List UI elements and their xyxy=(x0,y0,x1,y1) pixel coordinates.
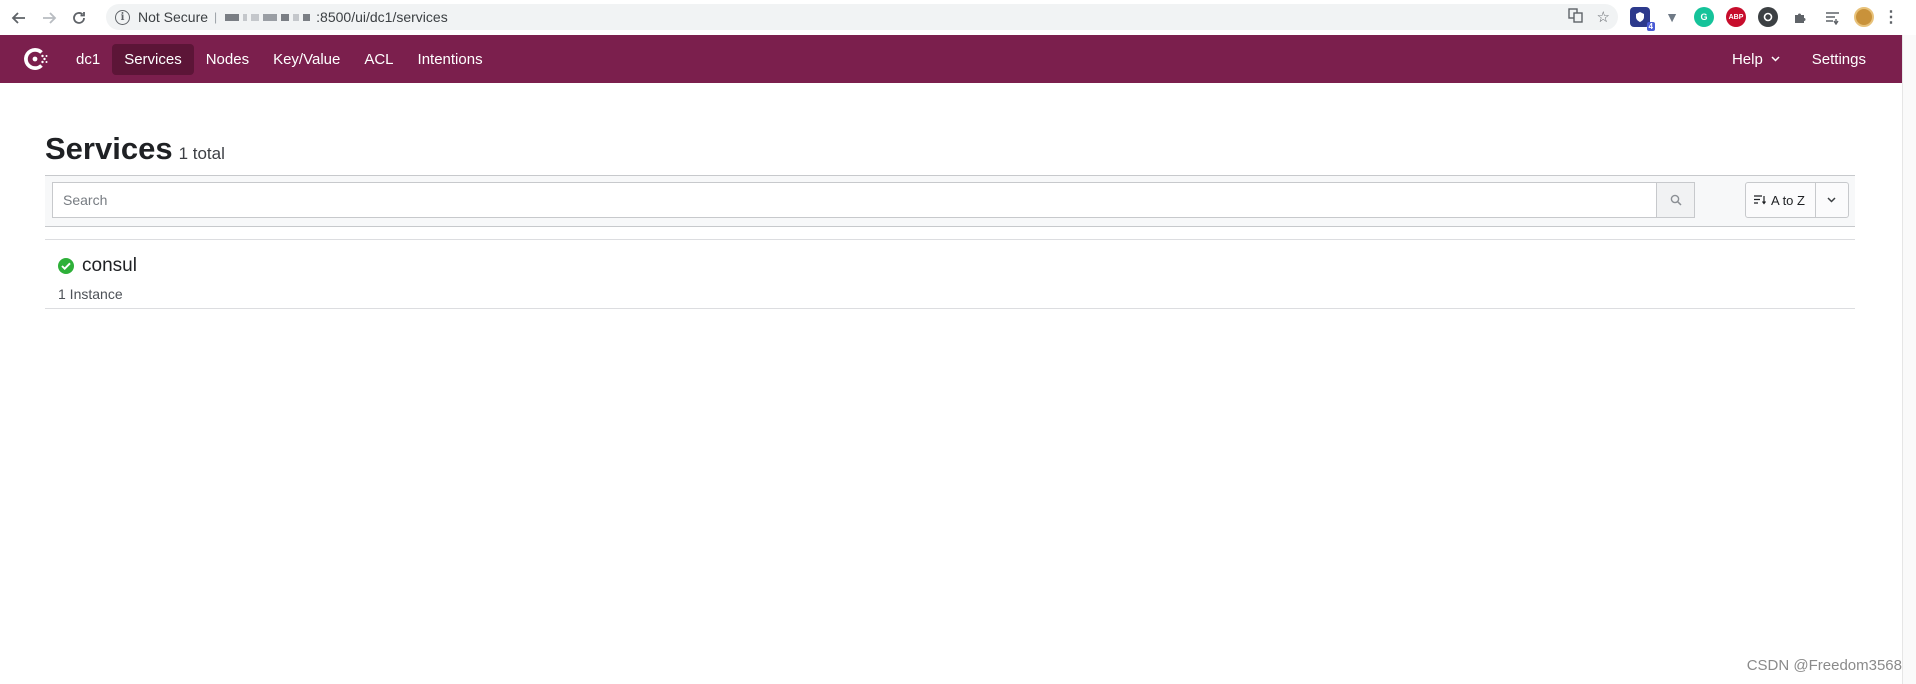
help-label: Help xyxy=(1731,50,1763,68)
puzzle-extensions-icon[interactable] xyxy=(1790,7,1810,27)
forward-button[interactable] xyxy=(38,7,60,29)
reload-button[interactable] xyxy=(68,7,90,29)
extension-badge: 4 xyxy=(1646,22,1655,31)
security-label: Not Secure xyxy=(138,9,209,25)
help-menu[interactable]: Help xyxy=(1720,44,1792,75)
reading-list-icon[interactable] xyxy=(1822,7,1842,27)
nav-item-services[interactable]: Services xyxy=(112,43,194,75)
url-text: :8500/ui/dc1/services xyxy=(316,9,448,25)
profile-avatar-icon[interactable] xyxy=(1854,7,1874,27)
search-box xyxy=(52,182,1695,218)
address-bar[interactable]: i Not Secure | :8500/ui/dc1/services ☆ xyxy=(106,4,1618,30)
check-circle-icon xyxy=(58,258,74,274)
dark-extension-icon[interactable] xyxy=(1758,7,1778,27)
back-button[interactable] xyxy=(8,7,30,29)
extensions-bar: 4 ▼ G ABP ⋮ xyxy=(1630,4,1899,31)
url-separator: | xyxy=(214,10,218,24)
info-icon[interactable]: i xyxy=(115,9,130,25)
reload-icon xyxy=(73,11,85,24)
page-title: Services xyxy=(45,131,173,166)
adblock-extension-icon[interactable]: ABP xyxy=(1726,7,1746,27)
sort-button[interactable]: A to Z xyxy=(1746,183,1816,217)
list-item[interactable]: consul 1 Instance xyxy=(45,239,1855,309)
sort-icon xyxy=(1754,195,1766,205)
nav-item-acl[interactable]: ACL xyxy=(352,44,405,75)
sort-dropdown-toggle[interactable] xyxy=(1816,183,1848,217)
sort-label: A to Z xyxy=(1771,192,1805,208)
chevron-down-icon xyxy=(1827,197,1836,203)
arrow-left-icon xyxy=(11,11,25,24)
arrow-right-icon xyxy=(43,11,57,24)
settings-link[interactable]: Settings xyxy=(1800,44,1878,75)
sort-control: A to Z xyxy=(1745,182,1849,218)
main-nav: dc1 Services Nodes Key/Value ACL Intenti… xyxy=(64,43,495,75)
chevron-down-icon xyxy=(1771,56,1780,62)
browser-toolbar: i Not Secure | :8500/ui/dc1/services ☆ 4… xyxy=(0,0,1916,35)
service-header: consul xyxy=(58,255,137,277)
url-host-redacted xyxy=(225,13,311,21)
service-name-link[interactable]: consul xyxy=(82,255,137,277)
nav-item-nodes[interactable]: Nodes xyxy=(194,44,261,75)
shield-extension-icon[interactable]: 4 xyxy=(1630,7,1655,31)
grammarly-extension-icon[interactable]: G xyxy=(1694,7,1714,27)
star-icon[interactable]: ☆ xyxy=(1597,8,1610,26)
instance-count: 1 Instance xyxy=(58,286,123,302)
search-input[interactable] xyxy=(52,182,1656,218)
service-list: consul 1 Instance xyxy=(45,239,1855,309)
translate-icon[interactable] xyxy=(1567,7,1583,27)
watermark: CSDN @Freedom3568 xyxy=(1746,657,1902,674)
consul-logo-icon[interactable] xyxy=(20,44,50,74)
kebab-menu-icon[interactable]: ⋮ xyxy=(1883,7,1899,27)
main-content: Services 1 total A to Z xyxy=(45,83,1855,309)
vue-extension-icon[interactable]: ▼ xyxy=(1662,7,1682,27)
filter-bar: A to Z xyxy=(45,175,1855,227)
nav-item-intentions[interactable]: Intentions xyxy=(406,44,495,75)
search-button[interactable] xyxy=(1656,182,1695,218)
total-count: 1 total xyxy=(178,144,225,163)
header-right: Help Settings xyxy=(1720,35,1878,83)
page-scrollbar[interactable] xyxy=(1902,35,1916,684)
nav-item-key-value[interactable]: Key/Value xyxy=(261,44,352,75)
datacenter-selector[interactable]: dc1 xyxy=(64,44,112,75)
search-icon xyxy=(1670,194,1682,206)
app-header: dc1 Services Nodes Key/Value ACL Intenti… xyxy=(0,35,1902,83)
page-header: Services 1 total xyxy=(45,131,1855,167)
